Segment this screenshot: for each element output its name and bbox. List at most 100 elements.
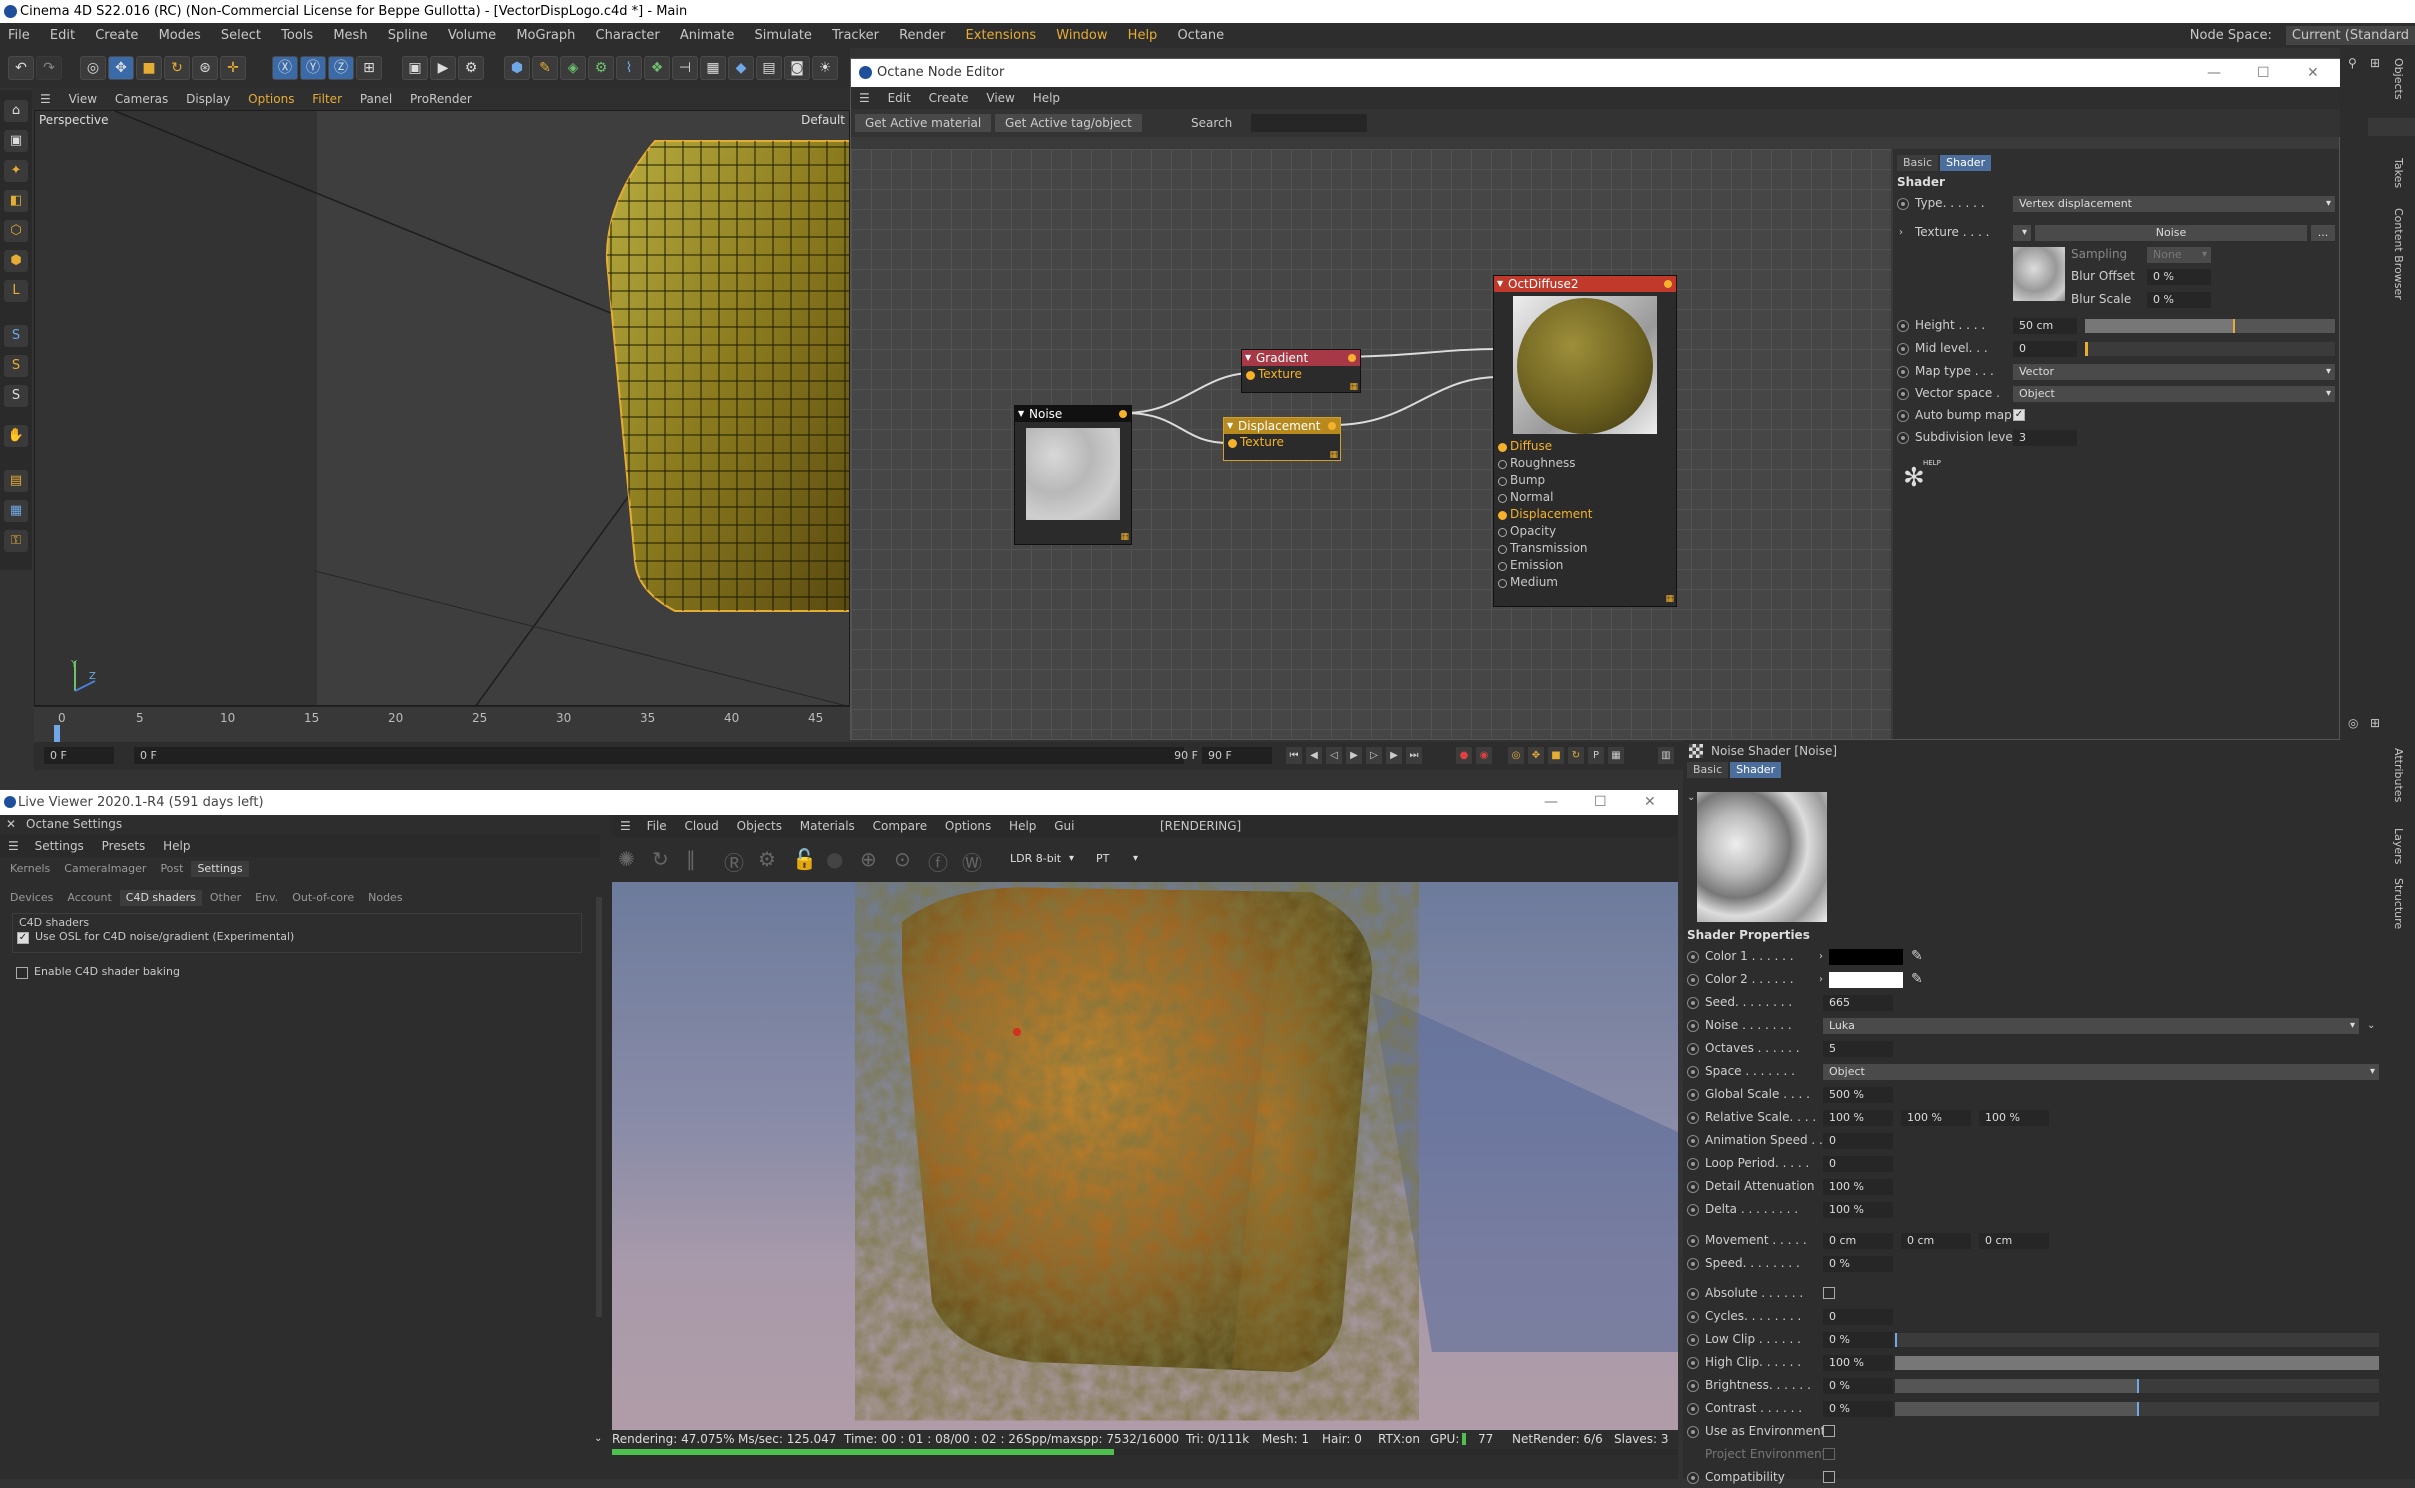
animate-toggle[interactable] (1687, 1181, 1699, 1193)
node-space-value[interactable]: Current (Standard (2285, 26, 2415, 45)
lock-icon[interactable]: 🔓 (792, 847, 817, 871)
workplane-icon[interactable]: ◧ (4, 190, 28, 212)
go-to-end-icon[interactable]: ⏭ (1406, 747, 1422, 764)
high-clip-slider[interactable] (1895, 1356, 2379, 1370)
viewport-menu-panel[interactable]: Panel (360, 92, 392, 106)
render-menu-cloud[interactable]: Cloud (685, 819, 719, 833)
space-dropdown[interactable]: Object (1823, 1064, 2379, 1080)
restart-icon[interactable]: ↻ (652, 847, 669, 871)
next-key-icon[interactable]: ▶ (1386, 747, 1402, 764)
node-editor-menu-icon[interactable]: ☰ (859, 91, 870, 105)
key-scale-icon[interactable]: ■ (1548, 747, 1564, 764)
z-axis-lock-icon[interactable]: Ⓩ (328, 56, 354, 80)
rotate-tool-icon[interactable]: ↻ (164, 56, 190, 80)
subtab-account[interactable]: Account (61, 890, 117, 906)
perspective-viewport[interactable]: Perspective Default Y Z (34, 110, 850, 706)
seed-field[interactable]: 665 (1823, 995, 1893, 1011)
pin-opacity[interactable]: Opacity (1494, 523, 1676, 540)
tab-content-browser[interactable]: Content Browser (2392, 208, 2405, 300)
resize-handle-icon[interactable]: ▦ (1665, 594, 1674, 604)
model-mode-icon[interactable]: ▣ (4, 130, 28, 152)
scale-tool-icon[interactable]: ■ (136, 56, 162, 80)
snap-icon[interactable]: S (4, 325, 28, 347)
pin-transmission[interactable]: Transmission (1494, 540, 1676, 557)
grid-icon[interactable]: ▤ (756, 56, 782, 80)
tab-objects[interactable]: Objects (2392, 58, 2405, 100)
animate-toggle[interactable] (1687, 1426, 1699, 1438)
animate-toggle[interactable] (1897, 432, 1909, 444)
tab-settings[interactable]: Settings (191, 861, 249, 877)
animate-toggle[interactable] (1687, 1135, 1699, 1147)
texture-menu-button[interactable] (2013, 225, 2031, 241)
light-icon[interactable]: ☀ (812, 56, 838, 80)
type-dropdown[interactable]: Vertex displacement (2013, 196, 2335, 212)
node-editor-menu-view[interactable]: View (986, 91, 1014, 105)
resize-handle-icon[interactable]: ▦ (1349, 382, 1358, 392)
animate-toggle[interactable] (1897, 343, 1909, 355)
pin-bump[interactable]: Bump (1494, 472, 1676, 489)
animate-toggle[interactable] (1687, 1380, 1699, 1392)
pin-roughness[interactable]: Roughness (1494, 455, 1676, 472)
viewport-menu-view[interactable]: View (69, 92, 97, 106)
close-panel-icon[interactable]: ✕ (6, 817, 16, 831)
x-axis-lock-icon[interactable]: Ⓧ (272, 56, 298, 80)
mid-level-slider[interactable] (2085, 342, 2335, 356)
pick-white-balance-icon[interactable]: Ⓦ (962, 847, 982, 876)
chevron-down-icon[interactable]: ⌄ (2367, 1015, 2375, 1036)
animate-toggle[interactable] (1687, 1357, 1699, 1369)
keyframe-selection-icon[interactable]: ◎ (1508, 747, 1524, 764)
render-to-picture-viewer-icon[interactable]: ▶ (430, 56, 456, 80)
prev-frame-icon[interactable]: ◁ (1326, 747, 1342, 764)
animate-toggle[interactable] (1897, 320, 1909, 332)
timeline-layout-icon[interactable]: ▥ (1658, 747, 1674, 764)
resize-handle-icon[interactable]: ▦ (1120, 532, 1129, 542)
contrast-slider[interactable] (1895, 1402, 2379, 1416)
noise-type-dropdown[interactable]: Luka (1823, 1018, 2359, 1034)
displacement-node[interactable]: Displacement Texture ▦ (1223, 417, 1341, 461)
polygons-mode-icon[interactable]: L (4, 280, 28, 302)
settings-scrollbar[interactable] (596, 897, 602, 1317)
pick-material-icon[interactable]: ⊙ (894, 847, 911, 871)
low-clip-slider[interactable] (1895, 1333, 2379, 1347)
animate-toggle[interactable] (1687, 1112, 1699, 1124)
tab-shader[interactable]: Shader (1940, 155, 1992, 171)
compatibility-checkbox[interactable] (1823, 1471, 1835, 1483)
color-2-swatch[interactable] (1829, 972, 1903, 988)
displacement-texture-pin[interactable]: Texture (1224, 434, 1340, 451)
subtab-nodes[interactable]: Nodes (362, 890, 408, 906)
texture-mode-icon[interactable]: ✦ (4, 160, 28, 182)
transform-tool-icon[interactable]: ✛ (220, 56, 246, 80)
subtab-other[interactable]: Other (204, 890, 247, 906)
points-mode-icon[interactable]: ⬡ (4, 220, 28, 242)
tab-kernels[interactable]: Kernels (4, 861, 56, 877)
menu-extensions[interactable]: Extensions (966, 28, 1037, 43)
animate-toggle[interactable] (1687, 1472, 1699, 1484)
end-frame-field[interactable]: 90 F (1202, 747, 1272, 764)
animate-toggle[interactable] (1687, 1204, 1699, 1216)
mid-level-field[interactable]: 0 (2013, 341, 2077, 357)
pin-normal[interactable]: Normal (1494, 489, 1676, 506)
enable-baking-checkbox[interactable] (16, 967, 28, 979)
object-row[interactable] (2368, 118, 2415, 136)
node-editor-menu-help[interactable]: Help (1033, 91, 1060, 105)
gradient-node[interactable]: Gradient Texture ▦ (1241, 349, 1361, 393)
cube-icon[interactable]: ⬢ (504, 56, 530, 80)
solo-hierarchy-icon[interactable]: S (4, 385, 28, 407)
add-icon[interactable]: ⊞ (2370, 56, 2380, 70)
loop-period-field[interactable]: 0 (1823, 1156, 1893, 1172)
key-rotation-icon[interactable]: ↻ (1568, 747, 1584, 764)
paint-icon[interactable]: ✋ (4, 425, 28, 447)
minimize-icon[interactable]: — (2207, 59, 2221, 87)
tab-post[interactable]: Post (154, 861, 189, 877)
relative-scale-y-field[interactable]: 100 % (1901, 1110, 1971, 1126)
y-axis-lock-icon[interactable]: Ⓨ (300, 56, 326, 80)
maximize-icon[interactable]: ☐ (2257, 59, 2270, 87)
subtab-out-of-core[interactable]: Out-of-core (286, 890, 360, 906)
animate-toggle[interactable] (1897, 198, 1909, 210)
texture-shader-button[interactable]: Noise (2035, 225, 2307, 241)
collapse-chevron-icon[interactable]: ⌄ (594, 1430, 602, 1448)
viewport-menu-options[interactable]: Options (248, 92, 294, 106)
use-osl-checkbox[interactable]: ✓ (17, 932, 29, 944)
recent-tool-icon[interactable]: ⊛ (192, 56, 218, 80)
animate-toggle[interactable] (1897, 388, 1909, 400)
